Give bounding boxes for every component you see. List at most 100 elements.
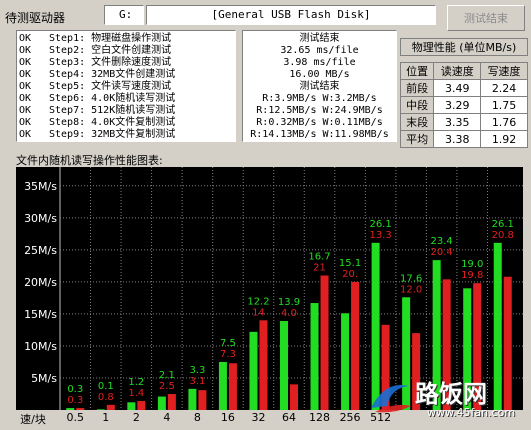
read-bar xyxy=(218,361,227,410)
performance-values: 位置 读速度 写速度 前段 3.49 2.24 中段 3.29 1.75 末段 3.35 1.76 平均… xyxy=(399,62,528,148)
performance-value-cell: 1.75 xyxy=(480,96,528,114)
write-bar xyxy=(76,408,85,410)
step-name: Step4: 32MB文件创建测试 xyxy=(49,69,176,80)
result-row: R:3.9MB/s W:3.2MB/s xyxy=(262,93,377,104)
step-row: OK Step7: 512K随机读写测试 xyxy=(19,105,175,116)
performance-value-cell: 3.35 xyxy=(433,113,482,131)
write-value-label: 21 xyxy=(313,262,326,273)
performance-row: 末段 3.35 1.76 xyxy=(399,113,528,131)
write-bar xyxy=(320,275,329,410)
write-bar xyxy=(351,281,360,410)
read-value-label: 13.9 xyxy=(278,297,300,308)
performance-value-cell: 1.76 xyxy=(480,113,528,131)
result-row: 32.65 ms/file xyxy=(280,45,359,56)
performance-table: 物理性能 (单位MB/s) xyxy=(400,38,528,56)
read-value-label: 0.1 xyxy=(98,381,114,392)
performance-value-cell: 2.24 xyxy=(480,79,528,97)
write-value-label: 0.8 xyxy=(98,392,114,403)
read-value-label: 23.4 xyxy=(431,236,453,247)
performance-position-cell: 平均 xyxy=(399,130,435,148)
y-tick-label: 5M/s xyxy=(31,372,57,385)
read-value-label: 17.6 xyxy=(400,273,422,284)
step-name: Step3: 文件删除速度测试 xyxy=(49,57,172,68)
read-value-label: 2.1 xyxy=(159,370,175,381)
read-bar xyxy=(127,402,136,410)
write-bar xyxy=(290,384,298,410)
read-bar xyxy=(280,320,288,410)
performance-panel: 物理性能 (单位MB/s) 位置 读速度 写速度 前段 3.49 2.24 中段 3.29 1.… xyxy=(399,38,528,148)
step-status: OK xyxy=(19,57,32,68)
step-row: OK Step2: 空白文件创建测试 xyxy=(19,45,171,56)
result-row: 16.00 MB/s xyxy=(289,69,350,80)
finish-test-button-label: 测试结束 xyxy=(464,12,508,25)
result-row: 测试结束 xyxy=(299,81,340,92)
device-name-field[interactable]: [General USB Flash Disk] xyxy=(146,5,436,25)
step-status: OK xyxy=(19,117,32,128)
device-name: [General USB Flash Disk] xyxy=(211,8,371,21)
write-bar xyxy=(228,363,237,410)
finish-test-button[interactable]: 测试结束 xyxy=(447,5,525,31)
write-value-label: 20.8 xyxy=(492,230,514,241)
step-status: OK xyxy=(19,45,32,56)
result-row: R:12.5MB/s W:24.9MB/s xyxy=(256,105,383,116)
x-tick-label: 2 xyxy=(132,411,140,424)
step-name: Step6: 4.0K随机读写测试 xyxy=(49,93,176,104)
write-bar xyxy=(198,390,207,410)
performance-position-cell: 中段 xyxy=(399,96,435,114)
step-name: Step1: 物理磁盘操作测试 xyxy=(49,33,172,44)
performance-value-cell: 3.38 xyxy=(433,130,482,148)
step-row: OK Step8: 4.0K文件复制测试 xyxy=(19,117,175,128)
step-status: OK xyxy=(19,81,32,92)
x-tick-label: 8 xyxy=(193,411,201,424)
watermark-brand: 路饭网 xyxy=(415,380,487,408)
step-status: OK xyxy=(19,69,32,80)
step-row: OK Step3: 文件删除速度测试 xyxy=(19,57,171,68)
write-value-label: 19.8 xyxy=(461,270,483,281)
chart-title: 文件内随机读写操作性能图表: xyxy=(16,154,163,167)
step-row: OK Step4: 32MB文件创建测试 xyxy=(19,69,175,80)
watermark-logo: 路饭网 www.45fan.com xyxy=(365,372,525,428)
step-row: OK Step9: 32MB文件复制测试 xyxy=(19,129,175,140)
read-bar xyxy=(66,408,75,410)
write-value-label: 3.1 xyxy=(189,376,205,387)
read-value-label: 26.1 xyxy=(492,219,514,230)
steps-panel: OK Step1: 物理磁盘操作测试 OK Step2: 空白文件创建测试 OK Step… xyxy=(16,30,236,142)
read-bar xyxy=(157,396,166,410)
x-tick-label: 0.5 xyxy=(66,411,85,424)
write-bar xyxy=(106,404,115,410)
x-tick-label: 1 xyxy=(102,411,110,424)
write-value-label: 0.3 xyxy=(67,395,83,406)
read-value-label: 0.3 xyxy=(67,384,83,395)
step-status: OK xyxy=(19,33,32,44)
read-bar xyxy=(341,313,350,410)
write-value-label: 7.3 xyxy=(220,349,236,360)
x-tick-label: 256 xyxy=(339,411,361,424)
result-row: R:14.13MB/s W:11.98MB/s xyxy=(250,129,389,140)
read-bar xyxy=(249,331,258,410)
performance-title: 物理性能 (单位MB/s) xyxy=(400,38,528,56)
x-tick-label: 64 xyxy=(282,411,296,424)
write-value-label: 13.3 xyxy=(369,230,391,241)
result-row: R:0.32MB/s W:0.11MB/s xyxy=(256,117,383,128)
performance-row: 平均 3.38 1.92 xyxy=(399,130,528,148)
write-value-label: 14 xyxy=(252,307,265,318)
step-name: Step9: 32MB文件复制测试 xyxy=(49,129,176,140)
read-value-label: 3.3 xyxy=(189,365,205,376)
drive-letter-field[interactable]: G: xyxy=(104,5,144,25)
read-bar xyxy=(188,388,197,410)
step-name: Step5: 文件读写速度测试 xyxy=(49,81,172,92)
y-tick-label: 35M/s xyxy=(24,180,57,193)
write-bar xyxy=(167,393,176,410)
step-status: OK xyxy=(19,105,32,116)
x-axis-title: 速/块 xyxy=(20,413,46,426)
result-row: 测试结束 xyxy=(299,33,340,44)
write-value-label: 20. xyxy=(342,269,358,280)
performance-header-cell: 位置 xyxy=(399,62,435,80)
performance-position-cell: 末段 xyxy=(399,113,435,131)
drive-label: 待测驱动器 xyxy=(5,11,66,25)
step-row: OK Step5: 文件读写速度测试 xyxy=(19,81,171,92)
y-tick-label: 15M/s xyxy=(24,308,57,321)
write-value-label: 4.0 xyxy=(281,308,297,319)
performance-row: 前段 3.49 2.24 xyxy=(399,79,528,97)
y-tick-label: 20M/s xyxy=(24,276,57,289)
